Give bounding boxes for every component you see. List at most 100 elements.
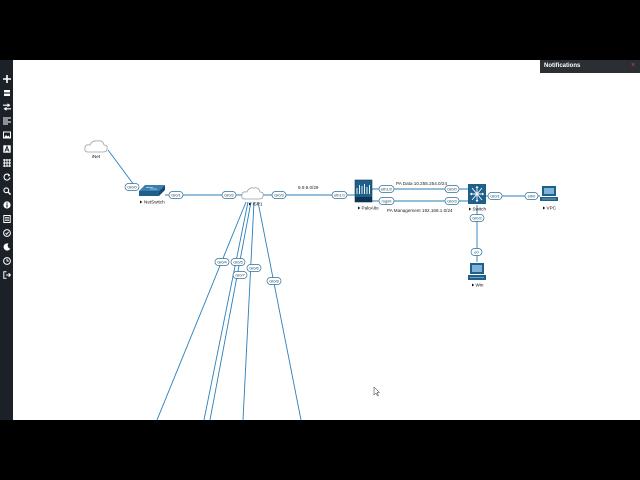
- link-isp1-down-1[interactable]: [156, 201, 247, 420]
- svg-text:Gi0/2: Gi0/2: [224, 192, 234, 197]
- lab-details-button[interactable]: [0, 157, 13, 169]
- computer-icon: [468, 263, 486, 280]
- nodes-button[interactable]: [0, 87, 13, 99]
- interface-isp1-down-4: Gi0/7: [232, 271, 248, 279]
- interface-netswitch-right: Gi0/1: [168, 191, 184, 199]
- list-icon: [2, 215, 11, 223]
- play-icon: [472, 283, 475, 287]
- dark-mode-button[interactable]: [0, 241, 13, 253]
- status-icon: [2, 201, 11, 209]
- add-object-button[interactable]: [0, 73, 13, 85]
- node-inet[interactable]: iNet: [84, 140, 108, 159]
- toolbar-sidebar: [0, 60, 13, 420]
- svg-text:Gi0/7: Gi0/7: [235, 272, 245, 277]
- interface-vpc: eth0: [524, 192, 539, 200]
- logout-button[interactable]: [0, 269, 13, 281]
- lock-button[interactable]: [0, 227, 13, 239]
- cloud-icon: [241, 187, 264, 200]
- node-paloalto[interactable]: PaloAlto: [354, 179, 380, 211]
- svg-text:eth1/1: eth1/1: [334, 192, 346, 197]
- list-button[interactable]: [0, 213, 13, 225]
- svg-text:e0: e0: [474, 249, 479, 254]
- startup-configs-icon: [2, 117, 11, 125]
- node-win[interactable]: Win: [468, 263, 486, 288]
- lab-details-icon: [2, 159, 11, 167]
- interface-switch-mgmt: Gi0/3: [444, 197, 460, 205]
- node-label-netswitch: NetSwitch: [144, 200, 165, 205]
- refresh-button[interactable]: [0, 171, 13, 183]
- node-label-switch: Switch: [473, 207, 487, 212]
- refresh-icon: [3, 173, 11, 181]
- pictures-icon: [2, 131, 11, 139]
- svg-text:Gi0/1: Gi0/1: [171, 192, 181, 197]
- status-button[interactable]: [0, 199, 13, 211]
- time-icon: [2, 257, 11, 265]
- cloud-icon: [84, 140, 108, 153]
- link-inet-netswitch[interactable]: [107, 149, 135, 186]
- node-label-paloalto: PaloAlto: [362, 206, 380, 211]
- notifications-close-button[interactable]: ×: [629, 61, 637, 71]
- play-icon: [543, 206, 546, 210]
- interface-pa-data: eth1/2: [378, 185, 395, 193]
- add-object-icon: [2, 75, 11, 83]
- networks-icon: [2, 103, 11, 111]
- interface-isp1-down-3: Gi0/6: [246, 264, 262, 272]
- network-label-isp-subnet: 9.9.9.0/29: [298, 185, 319, 190]
- svg-text:Gi0/8: Gi0/8: [269, 278, 279, 283]
- node-label-vpc: VPC: [547, 206, 557, 211]
- zoom-button[interactable]: [0, 185, 13, 197]
- interface-netswitch-up: Gi0/0: [124, 183, 140, 191]
- topology-diagram: 9.9.9.0/29 PA Data 10.255.254.0/24 PA Ma…: [84, 140, 558, 420]
- node-label-win: Win: [476, 283, 484, 288]
- pictures-button[interactable]: [0, 129, 13, 141]
- logout-icon: [2, 271, 11, 279]
- svg-text:eth1/2: eth1/2: [381, 186, 393, 191]
- interface-win: e0: [470, 248, 483, 256]
- interface-switch-vpc: Gi0/1: [487, 192, 503, 200]
- interface-pa-mgmt: mgmt: [378, 197, 395, 205]
- interface-switch-down: Gi0/2: [469, 214, 485, 222]
- nodes-icon: [3, 90, 10, 96]
- node-netswitch[interactable]: NetSwitch: [139, 185, 165, 205]
- interface-isp1-down-5: Gi0/8: [266, 277, 282, 285]
- text-icon: [2, 145, 11, 153]
- svg-text:Gi0/2: Gi0/2: [472, 215, 482, 220]
- link-isp1-down-5[interactable]: [257, 201, 302, 420]
- interface-isp1-left: Gi0/2: [221, 191, 237, 199]
- interface-pa-left: eth1/1: [331, 191, 348, 199]
- node-switch[interactable]: Switch: [468, 184, 486, 212]
- network-label-pa-data: PA Data 10.255.254.0/24: [396, 181, 447, 186]
- interface-isp1-down-2: Gi0/5: [230, 258, 246, 266]
- svg-text:eth0: eth0: [528, 193, 537, 198]
- time-button[interactable]: [0, 255, 13, 267]
- interface-switch-data: Gi0/0: [444, 185, 460, 193]
- notifications-header: Notifications ×: [540, 60, 640, 73]
- firewall-icon: [354, 179, 373, 203]
- node-vpc[interactable]: VPC: [540, 186, 558, 211]
- play-icon: [469, 207, 472, 211]
- svg-text:Gi0/1: Gi0/1: [490, 193, 500, 198]
- multilayer-switch-icon: [468, 184, 486, 204]
- topology-canvas[interactable]: 9.9.9.0/29 PA Data 10.255.254.0/24 PA Ma…: [13, 60, 640, 420]
- svg-text:Gi0/4: Gi0/4: [217, 259, 227, 264]
- switch-icon: [139, 185, 165, 196]
- play-icon: [140, 200, 143, 204]
- svg-text:Gi0/0: Gi0/0: [127, 184, 137, 189]
- network-label-pa-management: PA Management 192.168.1.0/24: [387, 208, 453, 213]
- svg-text:mgmt: mgmt: [382, 198, 393, 203]
- interface-isp1-down-1: Gi0/4: [214, 258, 230, 266]
- mouse-cursor-icon: [373, 386, 381, 397]
- svg-text:Gi0/5: Gi0/5: [233, 259, 243, 264]
- lock-icon: [2, 229, 11, 237]
- node-label-isp1: ISP1: [253, 202, 263, 207]
- notifications-title: Notifications: [544, 63, 581, 69]
- link-isp1-down-2[interactable]: [203, 201, 249, 420]
- svg-text:Gi0/3: Gi0/3: [274, 192, 284, 197]
- startup-configs-button[interactable]: [0, 115, 13, 127]
- node-label-inet: iNet: [92, 154, 101, 159]
- interface-isp1-right: Gi0/3: [271, 191, 287, 199]
- networks-button[interactable]: [0, 101, 13, 113]
- zoom-icon: [2, 187, 11, 195]
- computer-icon: [540, 186, 558, 201]
- text-button[interactable]: [0, 143, 13, 155]
